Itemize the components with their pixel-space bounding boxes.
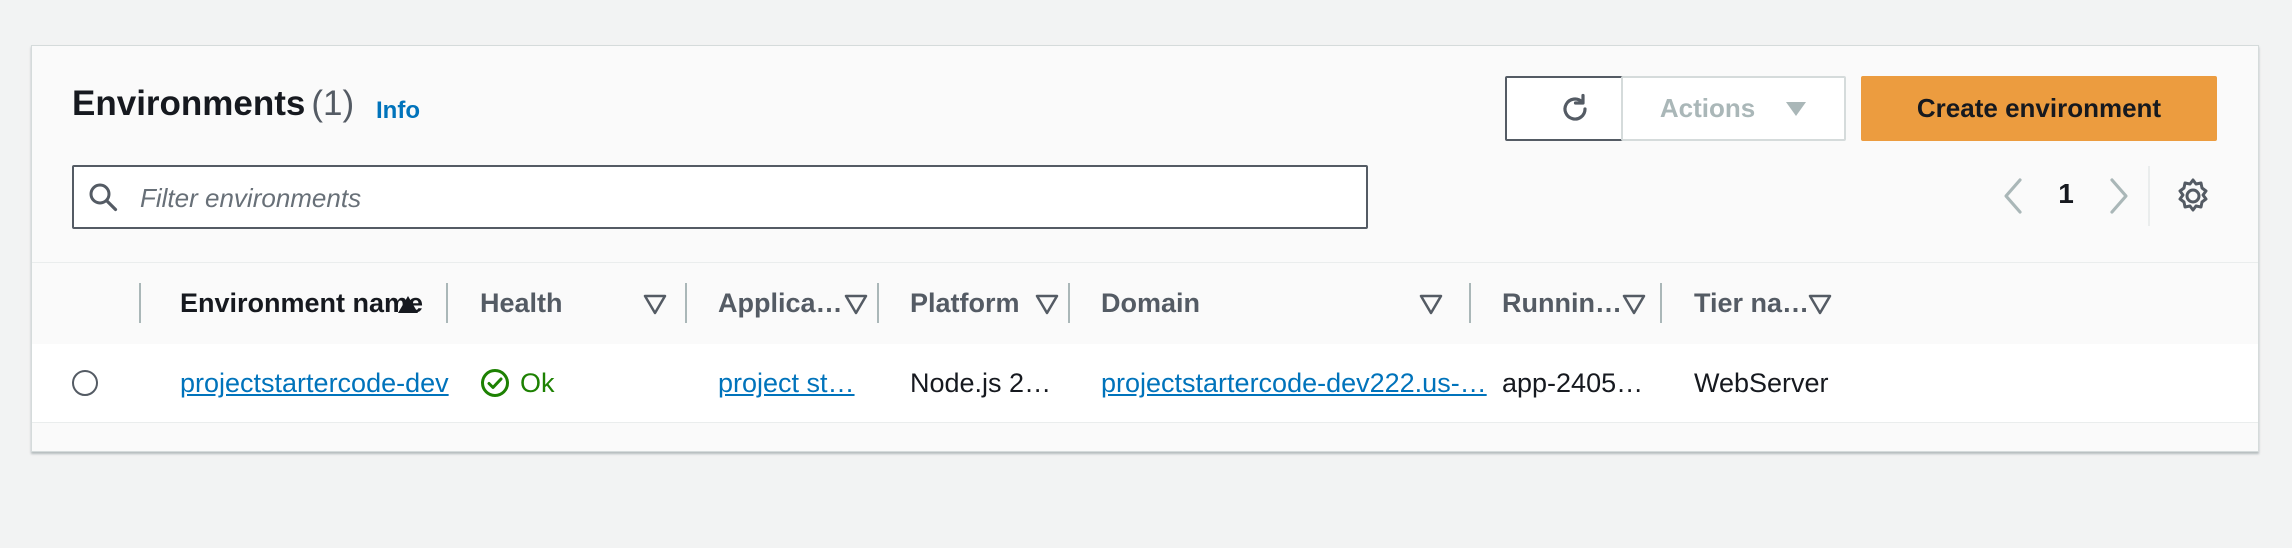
page-number[interactable]: 1 (2046, 178, 2086, 210)
column-header-application[interactable]: Applica… (718, 263, 843, 344)
column-separator[interactable] (685, 283, 687, 323)
sort-ascending-icon[interactable] (396, 293, 420, 315)
column-header-platform[interactable]: Platform (910, 263, 1020, 344)
domain-link[interactable]: projectstartercode-dev222.us-… (1101, 368, 1487, 399)
actions-label: Actions (1659, 93, 1756, 123)
column-separator[interactable] (1469, 283, 1471, 323)
tier-name-value: WebServer (1694, 367, 1829, 398)
caret-down-icon (1786, 101, 1807, 116)
title-text: Environments (72, 84, 306, 123)
table-header: Environment name Health Applica… Platfor… (32, 262, 2258, 345)
pager-divider (2148, 166, 2150, 226)
sort-filter-icon[interactable] (1622, 293, 1646, 315)
refresh-icon (1563, 93, 1587, 121)
column-separator[interactable] (877, 283, 879, 323)
environments-panel: Environments (1) Info Actions Create envi… (31, 45, 2259, 452)
page-title: Environments (1) (72, 84, 354, 124)
column-separator[interactable] (1068, 283, 1070, 323)
sort-filter-icon[interactable] (1419, 293, 1443, 315)
filter-environments-field[interactable] (72, 165, 1368, 229)
column-separator (139, 283, 141, 323)
column-header-domain[interactable]: Domain (1101, 263, 1200, 344)
gear-icon[interactable] (2173, 176, 2213, 216)
column-separator[interactable] (446, 283, 448, 323)
column-separator[interactable] (1660, 283, 1662, 323)
sort-filter-icon[interactable] (1035, 293, 1059, 315)
create-environment-button[interactable]: Create environment (1861, 76, 2217, 141)
column-header-environment-name[interactable]: Environment name (180, 263, 423, 344)
info-link[interactable]: Info (376, 97, 420, 125)
row-select-radio[interactable] (72, 370, 98, 396)
running-version-value: app-2405… (1502, 367, 1644, 398)
platform-value: Node.js 2… (910, 367, 1052, 398)
column-header-tier-name[interactable]: Tier na… (1694, 263, 1809, 344)
column-header-health[interactable]: Health (480, 263, 563, 344)
check-circle-icon (481, 369, 509, 397)
health-status: Ok (480, 344, 555, 422)
environment-name-link[interactable]: projectstartercode-dev (180, 368, 449, 399)
environment-count: (1) (311, 84, 355, 123)
actions-button[interactable]: Actions (1621, 76, 1846, 141)
filter-input[interactable] (138, 177, 1342, 219)
application-link[interactable]: project st… (718, 368, 855, 399)
column-header-running-version[interactable]: Runnin… (1502, 263, 1622, 344)
sort-filter-icon[interactable] (643, 293, 667, 315)
sort-filter-icon[interactable] (1808, 293, 1832, 315)
sort-filter-icon[interactable] (844, 293, 868, 315)
next-page-icon[interactable] (2104, 176, 2134, 216)
health-text: Ok (520, 367, 555, 398)
table-row: projectstartercode-dev Ok project st… No… (32, 344, 2258, 423)
search-icon (89, 183, 118, 212)
previous-page-icon[interactable] (1998, 176, 2028, 216)
